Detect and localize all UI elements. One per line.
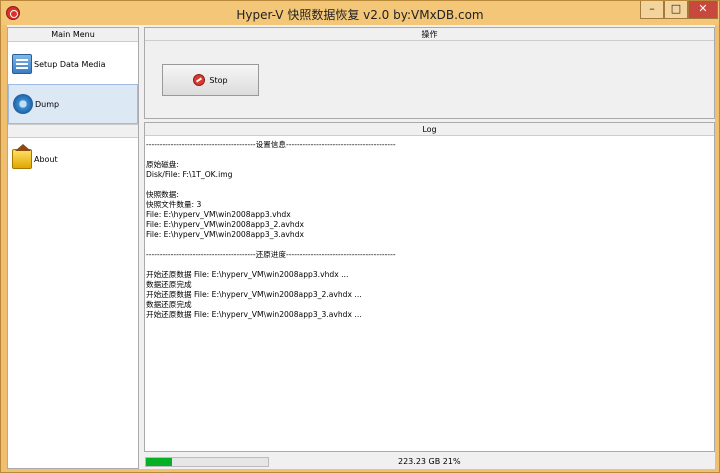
- minimize-button[interactable]: –: [640, 1, 664, 19]
- main-menu-panel: Main Menu Setup Data Media Dump About: [7, 27, 139, 469]
- sidebar-item-dump[interactable]: Dump: [8, 84, 138, 124]
- progress-status-text: 223.23 GB 21%: [398, 457, 461, 466]
- log-line: 开始还原数据 File: E:\hyperv_VM\win2008app3_2.…: [146, 290, 362, 299]
- about-house-icon: [12, 144, 32, 169]
- title-bar[interactable]: Hyper-V 快照数据恢复 v2.0 by:VMxDB.com – □ ✕: [1, 1, 719, 25]
- main-menu-header: Main Menu: [8, 28, 138, 42]
- maximize-button[interactable]: □: [664, 1, 688, 19]
- log-line: 数据还原完成: [146, 280, 192, 289]
- log-line: 快照文件数量: 3: [146, 200, 202, 209]
- log-line: 原始磁盘:: [146, 160, 179, 169]
- stop-button[interactable]: Stop: [162, 64, 259, 96]
- client-area: Main Menu Setup Data Media Dump About 操作…: [7, 25, 715, 469]
- app-window: Hyper-V 快照数据恢复 v2.0 by:VMxDB.com – □ ✕ M…: [0, 0, 720, 473]
- setup-data-media-icon: [12, 54, 32, 74]
- log-line: File: E:\hyperv_VM\win2008app3.vhdx: [146, 210, 291, 219]
- log-line: 数据还原完成: [146, 300, 192, 309]
- window-title: Hyper-V 快照数据恢复 v2.0 by:VMxDB.com: [236, 8, 484, 22]
- sidebar-item-label: Dump: [35, 99, 60, 109]
- progress-bar: [145, 457, 269, 467]
- sidebar-item-about[interactable]: About: [8, 139, 138, 179]
- log-line: ----------------------------------------…: [146, 250, 396, 259]
- operations-panel: 操作 Stop: [144, 27, 715, 119]
- sidebar-item-label: About: [34, 154, 58, 164]
- log-text-area[interactable]: ----------------------------------------…: [145, 136, 714, 320]
- stop-icon: [193, 74, 206, 86]
- operations-header: 操作: [145, 28, 714, 41]
- log-header: Log: [145, 123, 714, 136]
- close-button[interactable]: ✕: [688, 1, 718, 19]
- sidebar-item-label: Setup Data Media: [34, 59, 106, 69]
- log-line: 开始还原数据 File: E:\hyperv_VM\win2008app3.vh…: [146, 270, 349, 279]
- log-line: 开始还原数据 File: E:\hyperv_VM\win2008app3_3.…: [146, 310, 362, 319]
- sidebar-item-setup-data-media[interactable]: Setup Data Media: [8, 44, 138, 84]
- sidebar-separator: [8, 124, 138, 138]
- dump-gear-icon: [13, 94, 33, 114]
- log-panel[interactable]: Log ------------------------------------…: [144, 122, 715, 452]
- log-line: 快照数据:: [146, 190, 179, 199]
- log-line: Disk/File: F:\1T_OK.img: [146, 170, 233, 179]
- log-line: File: E:\hyperv_VM\win2008app3_3.avhdx: [146, 230, 305, 239]
- progress-fill: [146, 458, 172, 466]
- status-bar: 223.23 GB 21%: [144, 455, 715, 469]
- stop-button-label: Stop: [209, 75, 228, 85]
- log-line: ----------------------------------------…: [146, 140, 396, 149]
- log-line: File: E:\hyperv_VM\win2008app3_2.avhdx: [146, 220, 305, 229]
